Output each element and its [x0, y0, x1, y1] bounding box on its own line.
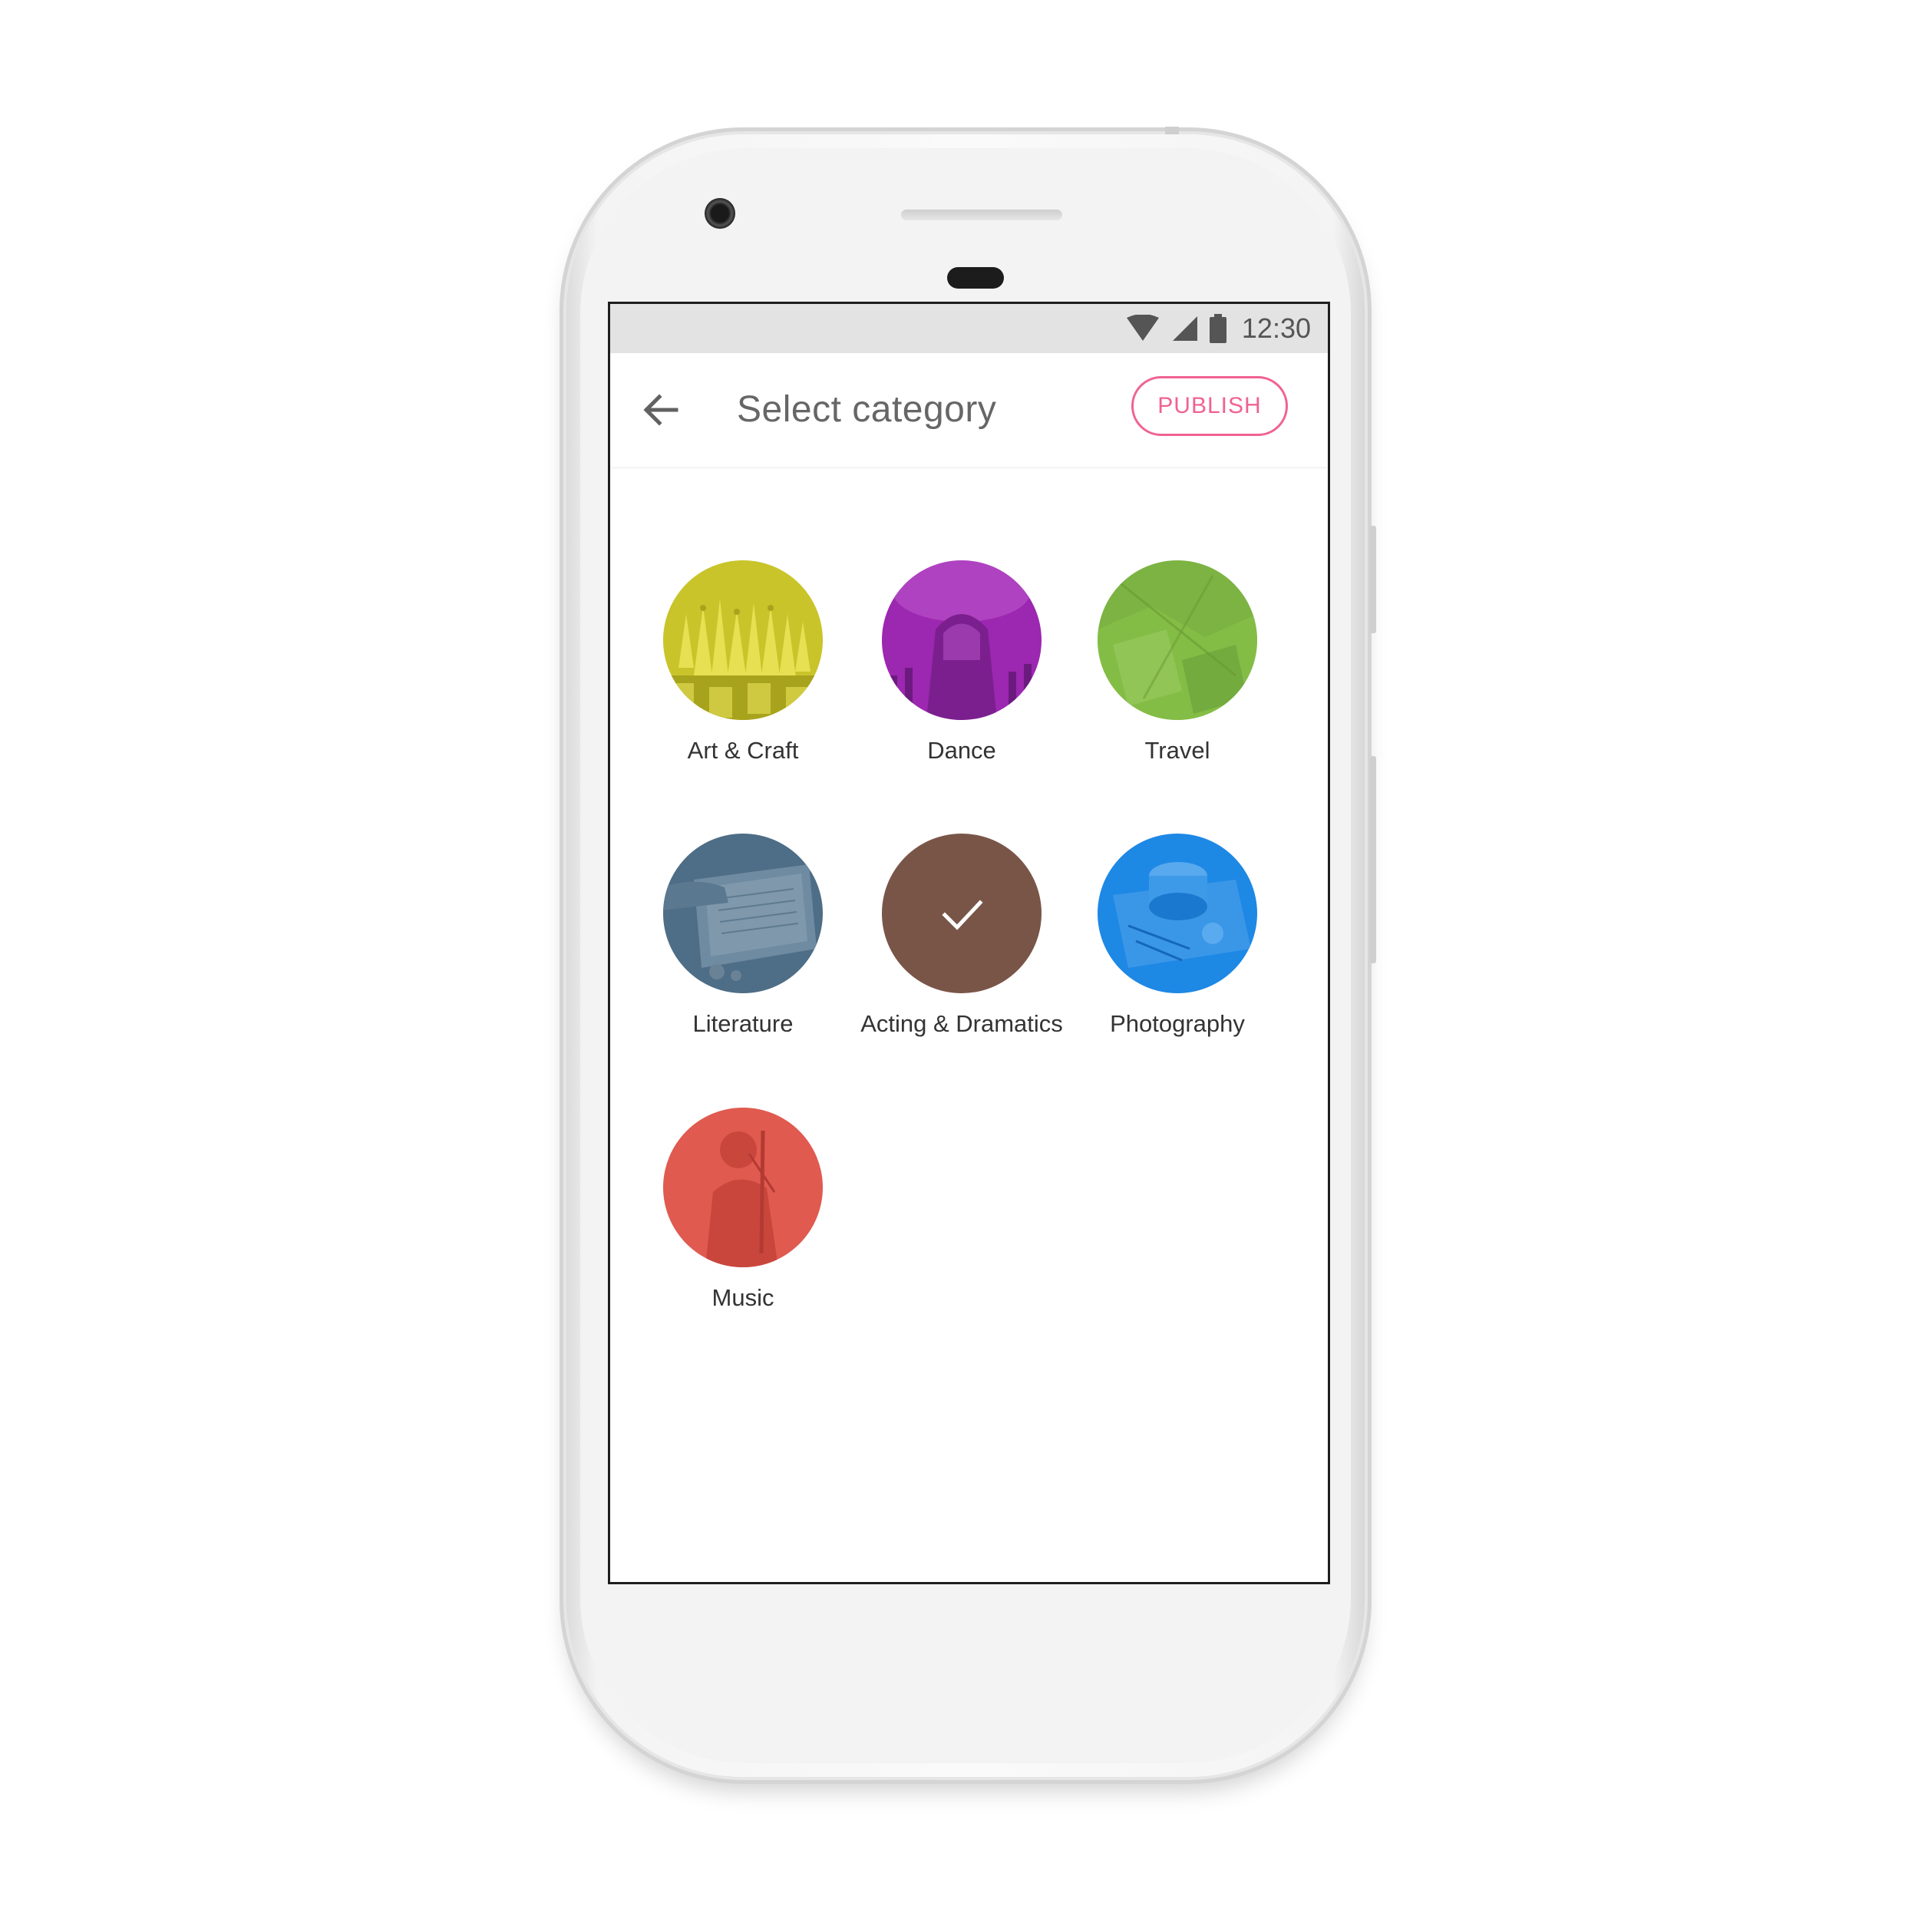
- publish-button[interactable]: PUBLISH: [1131, 376, 1288, 436]
- stage: 12:30 Select category PUBLISH Art & Craf…: [0, 0, 1928, 1932]
- status-icons: 12:30: [1125, 304, 1311, 353]
- category-selected-circle: [882, 834, 1042, 993]
- category-literature[interactable]: Literature: [636, 834, 850, 1038]
- phone-screen: 12:30 Select category PUBLISH Art & Craf…: [608, 302, 1330, 1584]
- category-image-map: [1098, 560, 1257, 720]
- front-camera-icon: [705, 198, 735, 229]
- app-bar: Select category PUBLISH: [610, 353, 1328, 467]
- category-travel[interactable]: Travel: [1070, 560, 1285, 765]
- category-label: Photography: [1110, 1010, 1245, 1037]
- wifi-icon: [1126, 315, 1159, 341]
- battery-icon: [1209, 314, 1226, 343]
- phone-top-button: [1165, 127, 1179, 134]
- signal-icon: [1172, 316, 1197, 341]
- category-image-pencils: [663, 560, 823, 720]
- category-image-book: [663, 834, 823, 993]
- category-acting-dramatics[interactable]: Acting & Dramatics: [854, 834, 1069, 1038]
- category-dance[interactable]: Dance: [854, 560, 1069, 765]
- publish-button-label: PUBLISH: [1157, 393, 1262, 418]
- category-art-craft[interactable]: Art & Craft: [636, 560, 850, 765]
- status-bar: 12:30: [610, 304, 1328, 353]
- page-title: Select category: [737, 389, 997, 430]
- category-label: Travel: [1144, 737, 1210, 764]
- category-label: Dance: [927, 737, 996, 764]
- status-time: 12:30: [1241, 312, 1311, 344]
- arrow-back-icon: [643, 394, 678, 426]
- category-label: Music: [711, 1284, 774, 1311]
- category-label: Acting & Dramatics: [860, 1010, 1063, 1037]
- category-image-camera: [1098, 834, 1257, 993]
- back-button[interactable]: [641, 390, 681, 430]
- category-music[interactable]: Music: [636, 1108, 850, 1312]
- phone-power-button: [1370, 526, 1376, 633]
- earpiece-speaker: [901, 210, 1062, 220]
- check-icon: [942, 900, 983, 930]
- category-label: Art & Craft: [687, 737, 799, 764]
- category-image-concert: [882, 560, 1042, 720]
- proximity-sensor: [947, 267, 1004, 289]
- category-photography[interactable]: Photography: [1070, 834, 1285, 1038]
- category-label: Literature: [692, 1010, 794, 1037]
- category-image-violinist: [663, 1108, 823, 1267]
- phone-volume-button: [1370, 756, 1376, 963]
